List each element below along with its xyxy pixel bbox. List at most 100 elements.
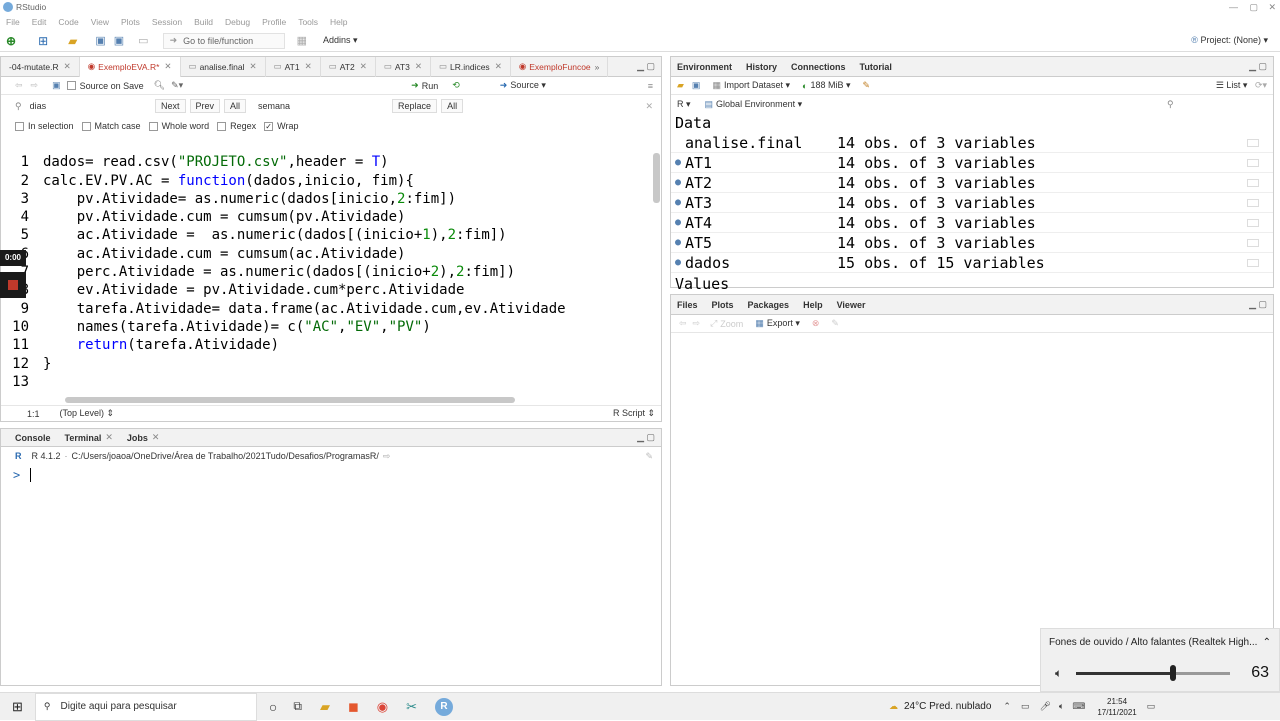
tab-history[interactable]: History	[746, 62, 777, 72]
forward-icon[interactable]: ⇨	[31, 80, 39, 91]
expand-icon[interactable]: ●	[671, 197, 685, 208]
wand-icon[interactable]: ✎▾	[171, 80, 183, 91]
close-find-icon[interactable]: ✕	[645, 101, 653, 112]
zoom-button[interactable]: Zoom	[720, 319, 743, 329]
tab-exemploeva[interactable]: ◉ ExemploEVA.R* ✕	[79, 56, 181, 77]
source-on-save-checkbox[interactable]	[66, 81, 76, 90]
scope-selector[interactable]: Global Environment ▾	[716, 99, 802, 110]
in-selection-checkbox[interactable]	[15, 121, 24, 131]
minimize-pane-icon[interactable]: ▁ ▢	[637, 432, 655, 443]
new-project-icon[interactable]: ⊞	[38, 34, 48, 48]
prev-button[interactable]: Prev	[189, 99, 221, 113]
menu-debug[interactable]: Debug	[225, 17, 250, 27]
notifications-icon[interactable]: ▭	[1147, 701, 1156, 712]
list-view-button[interactable]: ☰ List ▾ ⟳▾	[1216, 80, 1267, 91]
close-tab-icon[interactable]: ✕	[360, 61, 367, 72]
env-row[interactable]: ● AT1 14 obs. of 3 variables	[671, 153, 1273, 173]
weather-label[interactable]: 24°C Pred. nublado	[904, 701, 991, 712]
env-var-name[interactable]: dados	[685, 254, 837, 272]
run-button[interactable]: Run	[422, 81, 439, 91]
env-var-name[interactable]: AT1	[685, 154, 837, 172]
search-icon[interactable]: 🔍︎	[154, 80, 165, 91]
menu-edit[interactable]: Edit	[32, 17, 47, 27]
project-menu[interactable]: ® Project: (None) ▾	[1191, 35, 1268, 46]
replace-input[interactable]: semana	[258, 101, 386, 111]
microphone-icon[interactable]: 🎤︎	[1039, 701, 1050, 712]
menu-file[interactable]: File	[6, 17, 20, 27]
volume-slider[interactable]	[1076, 664, 1231, 681]
menu-view[interactable]: View	[91, 17, 109, 27]
find-input[interactable]: ⚲ dias	[15, 99, 149, 114]
office-icon[interactable]: ◼	[348, 699, 359, 715]
close-tab-icon[interactable]: ✕	[105, 432, 113, 443]
view-table-icon[interactable]	[1247, 138, 1259, 147]
menu-profile[interactable]: Profile	[262, 17, 286, 27]
working-directory[interactable]: C:/Users/joaoa/OneDrive/Área de Trabalho…	[72, 451, 379, 461]
env-search-input[interactable]: ⚲	[1167, 97, 1267, 111]
save-icon[interactable]: ▣	[52, 80, 61, 91]
tray-chevron-icon[interactable]: ⌃	[1003, 701, 1011, 712]
menu-plots[interactable]: Plots	[121, 17, 140, 27]
menu-tools[interactable]: Tools	[298, 17, 318, 27]
task-view-icon[interactable]: ⧉	[293, 699, 302, 714]
windows-start-icon[interactable]: ⊞	[12, 699, 23, 715]
clock[interactable]: 21:54 17/11/2021	[1097, 696, 1136, 718]
source-button[interactable]: Source ▾	[510, 80, 546, 91]
next-button[interactable]: Next	[155, 99, 186, 113]
menu-session[interactable]: Session	[152, 17, 182, 27]
expand-icon[interactable]: ●	[671, 257, 685, 268]
chrome-icon[interactable]: ◉	[377, 699, 388, 715]
goto-dir-icon[interactable]: ⇨	[383, 451, 391, 462]
tab-packages[interactable]: Packages	[748, 300, 790, 310]
code-area[interactable]: 1 dados= read.csv("PROJETO.csv",header = …	[1, 135, 661, 390]
close-tab-icon[interactable]: ✕	[164, 61, 171, 72]
env-row[interactable]: ● AT5 14 obs. of 3 variables	[671, 233, 1273, 253]
grid-icon[interactable]: ▦	[297, 34, 307, 47]
speaker-icon[interactable]: 🔈︎	[1055, 666, 1062, 681]
horizontal-scrollbar[interactable]	[65, 397, 515, 403]
back-icon[interactable]: ⇦	[15, 80, 23, 91]
file-type-selector[interactable]: R Script ⇕	[613, 408, 655, 419]
new-file-icon[interactable]: ⊕	[6, 34, 16, 48]
view-table-icon[interactable]	[1247, 238, 1259, 247]
menu-help[interactable]: Help	[330, 17, 347, 27]
env-row[interactable]: ● dados 15 obs. of 15 variables	[671, 253, 1273, 273]
save-icon[interactable]: ▣	[95, 34, 105, 47]
taskbar-search[interactable]: ⚲ Digite aqui para pesquisar	[34, 692, 257, 721]
tab-files[interactable]: Files	[677, 300, 698, 310]
tab-help[interactable]: Help	[803, 300, 823, 310]
close-tab-icon[interactable]: ✕	[415, 61, 422, 72]
save-workspace-icon[interactable]: ▣	[692, 80, 701, 91]
env-var-name[interactable]: AT3	[685, 194, 837, 212]
env-var-name[interactable]: AT2	[685, 174, 837, 192]
chevron-up-icon[interactable]: ⌃	[1263, 637, 1271, 648]
tab-plots[interactable]: Plots	[712, 300, 734, 310]
stop-recording-button[interactable]	[0, 272, 26, 298]
view-table-icon[interactable]	[1247, 178, 1259, 187]
tab-console[interactable]: Console	[15, 433, 51, 443]
env-var-name[interactable]: analise.final	[685, 134, 837, 152]
forward-icon[interactable]: ⇨	[693, 318, 701, 329]
view-table-icon[interactable]	[1247, 198, 1259, 207]
tab-tutorial[interactable]: Tutorial	[860, 62, 892, 72]
view-table-icon[interactable]	[1247, 258, 1259, 267]
volume-tray-icon[interactable]: 🔈︎	[1059, 701, 1064, 712]
menu-build[interactable]: Build	[194, 17, 213, 27]
maximize-icon[interactable]: ▢	[1249, 2, 1258, 13]
print-icon[interactable]: ▭	[138, 34, 148, 47]
env-row[interactable]: ● AT4 14 obs. of 3 variables	[671, 213, 1273, 233]
memory-button[interactable]: 188 MiB ▾	[810, 80, 850, 91]
network-icon[interactable]: ▭	[1021, 701, 1030, 712]
tab-at2[interactable]: ▭ AT2 ✕	[321, 56, 376, 77]
scope-selector[interactable]: (Top Level) ⇕	[60, 408, 115, 419]
goto-file-field[interactable]: ➜ Go to file/function	[162, 32, 285, 49]
minimize-pane-icon[interactable]: ▁ ▢	[637, 61, 655, 72]
console-input[interactable]: >	[1, 466, 661, 484]
keyboard-icon[interactable]: ⌨	[1072, 701, 1085, 712]
menu-code[interactable]: Code	[58, 17, 78, 27]
env-var-name[interactable]: AT4	[685, 214, 837, 232]
view-table-icon[interactable]	[1247, 218, 1259, 227]
tab-at3[interactable]: ▭ AT3 ✕	[376, 56, 431, 77]
tab-jobs[interactable]: Jobs	[127, 433, 148, 443]
expand-icon[interactable]: ●	[671, 217, 685, 228]
